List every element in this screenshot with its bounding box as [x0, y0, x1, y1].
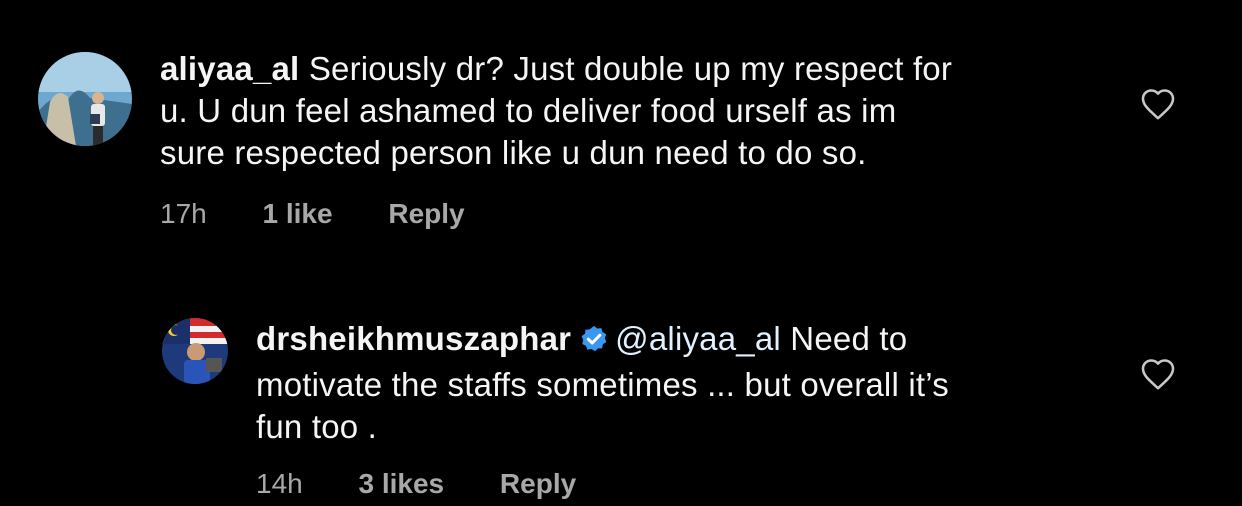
likes-count-link[interactable]: 3 likes [359, 468, 445, 499]
mention-link[interactable]: @aliyaa_al [615, 320, 781, 357]
profile-photo-icon [162, 318, 228, 384]
comment-text-line: u. U dun feel ashamed to deliver food ur… [160, 92, 897, 129]
reply-button[interactable]: Reply [500, 468, 576, 499]
timestamp: 17h [160, 198, 207, 229]
comment-text-line: fun too . [256, 408, 378, 445]
comment-text-line: Seriously dr? Just double up my respect … [308, 50, 953, 87]
comment-body: drsheikhmuszaphar @aliyaa_al Need to moti… [256, 318, 1156, 448]
username-link[interactable]: drsheikhmuszaphar [256, 320, 571, 357]
profile-photo-icon [38, 52, 132, 146]
comment-line-1: drsheikhmuszaphar @aliyaa_al Need to [256, 318, 1156, 364]
comment-line-1: aliyaa_al Seriously dr? Just double up m… [160, 48, 1120, 90]
likes-count-link[interactable]: 1 like [263, 198, 333, 229]
avatar[interactable] [162, 318, 228, 384]
username-link[interactable]: aliyaa_al [160, 50, 299, 87]
heart-outline-icon[interactable] [1140, 87, 1176, 126]
comment-text-line: Need to [780, 320, 908, 357]
comment-text-line: sure respected person like u dun need to… [160, 134, 867, 171]
comment-body: aliyaa_al Seriously dr? Just double up m… [160, 48, 1120, 174]
comment-meta: 14h 3 likes Reply [256, 468, 624, 500]
verified-badge-icon [579, 322, 609, 364]
comment-text-line: motivate the staffs sometimes ... but ov… [256, 366, 949, 403]
timestamp: 14h [256, 468, 303, 499]
heart-outline-icon[interactable] [1140, 357, 1176, 396]
reply-button[interactable]: Reply [388, 198, 464, 229]
comment-meta: 17h 1 like Reply [160, 198, 513, 230]
avatar[interactable] [38, 52, 132, 146]
comments-screen: aliyaa_al Seriously dr? Just double up m… [0, 0, 1242, 506]
